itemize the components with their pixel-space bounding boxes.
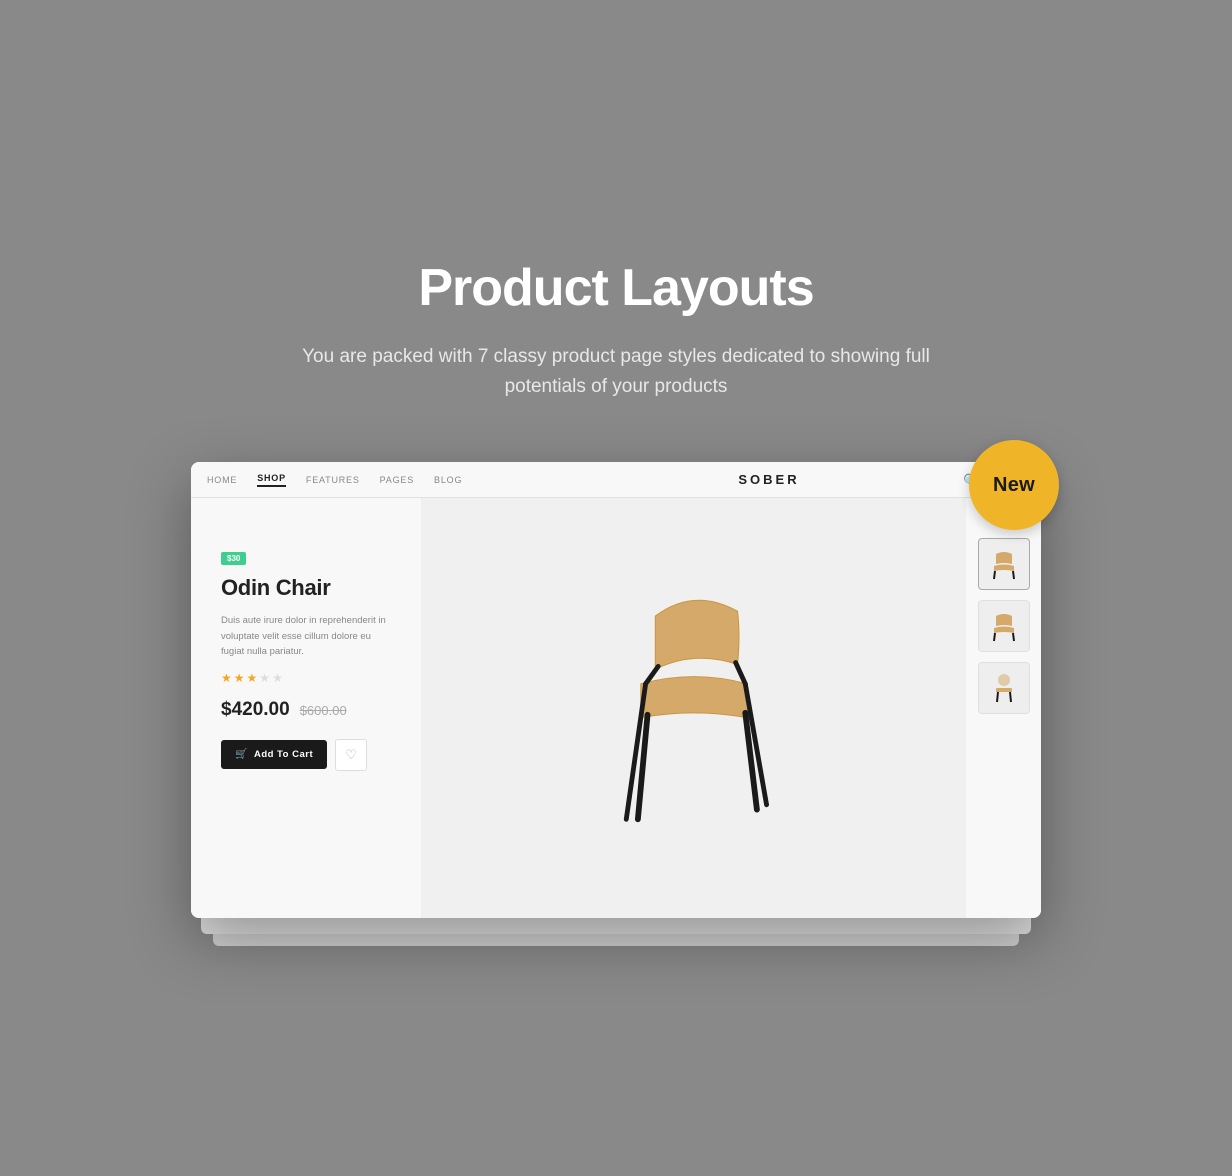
- wishlist-button[interactable]: ♡: [335, 739, 367, 771]
- nav-item-home[interactable]: HOME: [207, 475, 237, 485]
- price-current: $420.00: [221, 699, 290, 721]
- product-layout: $30 Odin Chair Duis aute irure dolor in …: [191, 498, 1041, 918]
- section-subtitle: You are packed with 7 classy product pag…: [276, 342, 956, 403]
- price-original: $600.00: [300, 703, 347, 718]
- add-to-cart-label: Add To Cart: [254, 749, 313, 760]
- browser-window: HOME SHOP FEATURES PAGES BLOG SOBER 🔍 👤 …: [191, 462, 1041, 918]
- new-badge-text: New: [993, 474, 1035, 497]
- product-info-panel: $30 Odin Chair Duis aute irure dolor in …: [191, 498, 421, 918]
- product-thumbnails: [966, 498, 1041, 918]
- product-price: $420.00 $600.00: [221, 699, 391, 721]
- thumbnail-1[interactable]: [978, 538, 1030, 590]
- nav-brand: SOBER: [585, 472, 953, 487]
- product-image: [564, 558, 824, 858]
- nav-item-blog[interactable]: BLOG: [434, 475, 462, 485]
- add-to-cart-button[interactable]: 🛒 Add To Cart: [221, 740, 327, 769]
- mockup-container: New HOME SHOP FEATURES PAGES BLOG SOBER: [191, 462, 1041, 918]
- star-1: ★: [221, 671, 232, 685]
- browser-nav: HOME SHOP FEATURES PAGES BLOG SOBER 🔍 👤 …: [191, 462, 1041, 498]
- star-2: ★: [234, 671, 245, 685]
- browser-shadow-stack: HOME SHOP FEATURES PAGES BLOG SOBER 🔍 👤 …: [191, 462, 1041, 918]
- nav-item-pages[interactable]: PAGES: [380, 475, 414, 485]
- product-name: Odin Chair: [221, 575, 391, 601]
- star-5: ★: [272, 671, 283, 685]
- product-rating: ★ ★ ★ ★ ★: [221, 671, 391, 685]
- section-title: Product Layouts: [418, 258, 813, 318]
- product-sale-badge: $30: [221, 552, 246, 565]
- nav-items: HOME SHOP FEATURES PAGES BLOG: [207, 473, 575, 487]
- product-actions: 🛒 Add To Cart ♡: [221, 739, 391, 771]
- star-3: ★: [247, 671, 258, 685]
- nav-item-features[interactable]: FEATURES: [306, 475, 360, 485]
- nav-item-shop[interactable]: SHOP: [257, 473, 286, 487]
- thumbnail-2[interactable]: [978, 600, 1030, 652]
- new-badge: New: [969, 440, 1059, 530]
- product-description: Duis aute irure dolor in reprehenderit i…: [221, 613, 391, 659]
- product-image-panel: [421, 498, 966, 918]
- thumbnail-3[interactable]: [978, 662, 1030, 714]
- star-4: ★: [259, 671, 270, 685]
- page-wrapper: Product Layouts You are packed with 7 cl…: [0, 0, 1232, 1176]
- cart-icon-small: 🛒: [235, 749, 248, 760]
